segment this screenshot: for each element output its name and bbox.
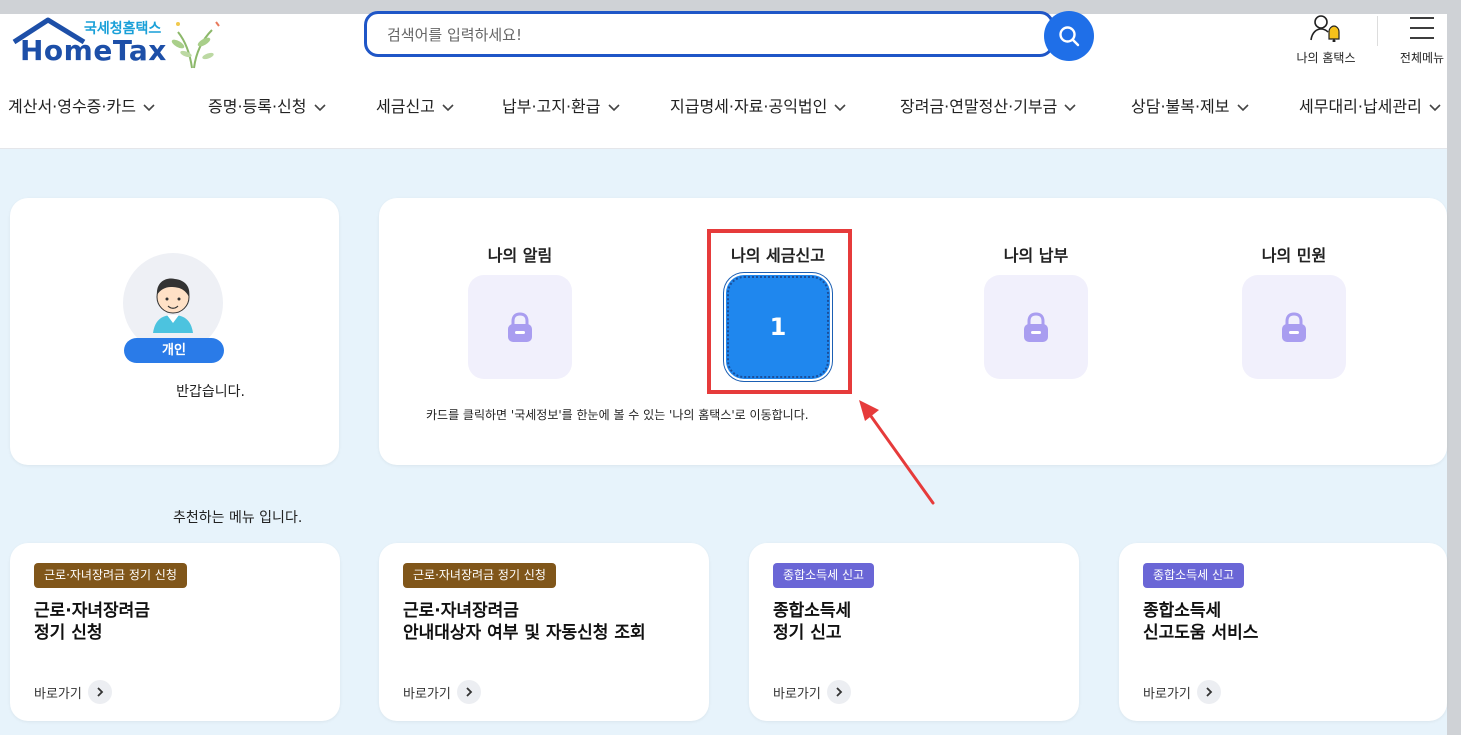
nav-item-incentive[interactable]: 장려금·연말정산·기부금 <box>900 92 1077 122</box>
recommend-card-1[interactable]: 근로·자녀장려금 정기 신청 근로·자녀장려금 정기 신청 바로가기 <box>10 543 340 721</box>
go-link-label: 바로가기 <box>403 686 451 702</box>
chevron-down-icon <box>313 103 326 111</box>
go-link-label: 바로가기 <box>34 686 82 702</box>
chevron-down-icon <box>1064 103 1076 111</box>
nav-label: 납부·고지·환급 <box>502 97 601 116</box>
chevron-down-icon <box>442 103 454 111</box>
chevron-right-icon <box>826 680 851 704</box>
chevron-right-icon <box>87 680 112 704</box>
chevron-right-icon <box>1196 680 1221 704</box>
nav-label: 장려금·연말정산·기부금 <box>900 97 1058 116</box>
hamburger-menu-icon <box>1410 17 1434 39</box>
nav-item-statement[interactable]: 지급명세·자료·공익법인 <box>670 92 847 122</box>
card-badge: 종합소득세 신고 <box>773 563 875 588</box>
chevron-down-icon <box>834 103 846 111</box>
my-hometax-label: 나의 홈택스 <box>1296 51 1356 65</box>
lock-icon <box>508 312 532 342</box>
logo-title: HomeTax <box>20 34 167 67</box>
window-frame-right <box>1447 0 1461 735</box>
go-link[interactable]: 바로가기 <box>403 680 481 704</box>
recommend-card-2[interactable]: 근로·자녀장려금 정기 신청 근로·자녀장려금 안내대상자 여부 및 자동신청 … <box>379 543 709 721</box>
chevron-down-icon <box>607 103 620 111</box>
nav-item-consult[interactable]: 상담·불복·제보 <box>1131 92 1250 122</box>
go-link-label: 바로가기 <box>1143 686 1191 702</box>
recommend-card-4[interactable]: 종합소득세 신고 종합소득세 신고도움 서비스 바로가기 <box>1119 543 1447 721</box>
tile-notifications[interactable] <box>468 275 572 379</box>
profile-card: 개인 반갑습니다. <box>10 198 339 465</box>
card-title-line2: 신고도움 서비스 <box>1143 623 1259 643</box>
nav-label: 상담·불복·제보 <box>1131 97 1230 116</box>
nav-label: 계산서·영수증·카드 <box>8 97 136 116</box>
tiles-note: 카드를 클릭하면 '국세정보'를 한눈에 볼 수 있는 '나의 홈택스'로 이동… <box>426 408 809 422</box>
card-title-line1: 종합소득세 <box>1143 601 1222 621</box>
go-link[interactable]: 바로가기 <box>34 680 112 704</box>
chevron-right-icon <box>456 680 481 704</box>
go-link[interactable]: 바로가기 <box>1143 680 1221 704</box>
nav-label: 세금신고 <box>376 97 435 116</box>
tile-title-payment: 나의 납부 <box>1003 246 1069 265</box>
chevron-down-icon <box>1429 103 1441 111</box>
tile-title-notifications: 나의 알림 <box>487 246 553 265</box>
plant-decoration-icon <box>171 21 220 69</box>
card-title: 종합소득세 정기 신고 <box>773 600 851 644</box>
card-title-line2: 안내대상자 여부 및 자동신청 조회 <box>403 623 646 643</box>
nav-item-certificate[interactable]: 증명·등록·신청 <box>208 92 327 122</box>
tile-title-civil: 나의 민원 <box>1261 246 1327 265</box>
tile-civil[interactable] <box>1242 275 1346 379</box>
all-menu-label: 전체메뉴 <box>1399 51 1445 65</box>
recommend-text: 추천하는 메뉴 입니다. <box>173 510 303 526</box>
card-title-line2: 정기 신고 <box>773 623 842 643</box>
card-badge: 근로·자녀장려금 정기 신청 <box>403 563 556 588</box>
search-input[interactable] <box>385 22 1029 48</box>
search-icon <box>1059 26 1080 47</box>
go-link[interactable]: 바로가기 <box>773 680 851 704</box>
lock-icon <box>1024 312 1048 342</box>
search-button[interactable] <box>1044 11 1094 61</box>
red-arrow-annotation <box>859 400 935 505</box>
nav-item-agent[interactable]: 세무대리·납세관리 <box>1299 92 1442 122</box>
all-menu-button[interactable]: 전체메뉴 <box>1392 14 1452 66</box>
user-bell-icon <box>1310 15 1340 43</box>
highlight-box <box>707 229 852 394</box>
nav-label: 세무대리·납세관리 <box>1299 97 1422 116</box>
card-title-line1: 근로·자녀장려금 <box>34 601 150 621</box>
card-title: 근로·자녀장려금 정기 신청 <box>34 600 150 644</box>
utility-divider <box>1377 16 1378 46</box>
recommend-card-3[interactable]: 종합소득세 신고 종합소득세 정기 신고 바로가기 <box>749 543 1079 721</box>
user-type-badge: 개인 <box>124 338 224 363</box>
card-title-line1: 종합소득세 <box>773 601 852 621</box>
card-title: 종합소득세 신고도움 서비스 <box>1143 600 1258 644</box>
search-box <box>364 11 1054 57</box>
chevron-down-icon <box>1236 103 1249 111</box>
card-title-line1: 근로·자녀장려금 <box>403 601 519 621</box>
nav-item-payment[interactable]: 납부·고지·환급 <box>502 92 621 122</box>
card-title-line2: 정기 신청 <box>34 623 103 643</box>
site-header: 국세청홈택스 HomeTax 나의 홈택스 <box>0 11 1447 149</box>
card-badge: 종합소득세 신고 <box>1143 563 1245 588</box>
card-badge: 근로·자녀장려금 정기 신청 <box>34 563 187 588</box>
my-hometax-button[interactable]: 나의 홈택스 <box>1290 14 1362 66</box>
nav-item-tax-report[interactable]: 세금신고 <box>376 92 455 122</box>
lock-icon <box>1282 312 1306 342</box>
nav-label: 지급명세·자료·공익법인 <box>670 97 828 116</box>
greeting-text: 반갑습니다. <box>176 384 245 400</box>
nav-label: 증명·등록·신청 <box>208 97 307 116</box>
hometax-logo[interactable]: 국세청홈택스 HomeTax <box>8 14 228 74</box>
go-link-label: 바로가기 <box>773 686 821 702</box>
card-title: 근로·자녀장려금 안내대상자 여부 및 자동신청 조회 <box>403 600 646 644</box>
chevron-down-icon <box>143 103 155 111</box>
tile-payment[interactable] <box>984 275 1088 379</box>
nav-item-invoice[interactable]: 계산서·영수증·카드 <box>8 92 156 122</box>
